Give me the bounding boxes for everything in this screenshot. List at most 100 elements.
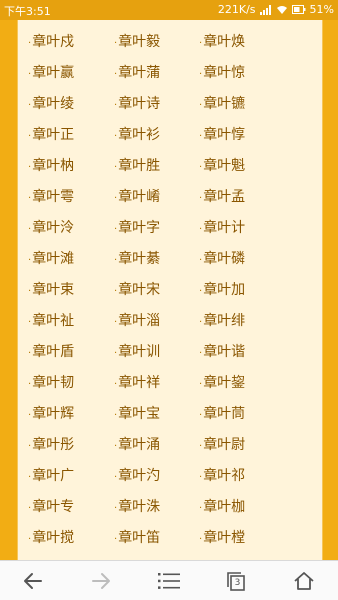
name-item[interactable]: ·章叶淄 [114,312,160,332]
name-item[interactable]: ·章叶汋 [114,467,160,487]
name-item[interactable]: ·章叶雩 [28,188,74,208]
name-item[interactable]: ·章叶枷 [199,498,245,518]
name-item[interactable]: ·章叶笛 [114,529,160,549]
bullet-icon: · [114,162,118,173]
bullet-icon: · [114,193,118,204]
bullet-icon: · [114,379,118,390]
name-item[interactable]: ·章叶滩 [28,250,74,270]
name-label: 章叶枷 [203,499,246,515]
name-item[interactable]: ·章叶樘 [199,529,245,549]
name-item[interactable]: ·章叶诗 [114,95,160,115]
name-item[interactable]: ·章叶加 [199,281,245,301]
name-item[interactable]: ·章叶綦 [114,250,160,270]
name-item[interactable]: ·章叶祁 [199,467,245,487]
name-row: ·章叶雩 ·章叶崤 ·章叶孟 [18,188,322,219]
name-item[interactable]: ·章叶孟 [199,188,245,208]
name-item[interactable]: ·章叶茼 [199,405,245,425]
bullet-icon: · [114,131,118,142]
name-row: ·章叶枘 ·章叶胜 ·章叶魁 [18,157,322,188]
bullet-icon: · [114,348,118,359]
status-indicators: 221K/s 51% [218,3,334,16]
bullet-icon: · [28,193,32,204]
name-row: ·章叶搅 ·章叶笛 ·章叶樘 [18,529,322,560]
name-item[interactable]: ·章叶尉 [199,436,245,456]
name-item[interactable]: ·章叶字 [114,219,160,239]
name-item[interactable]: ·章叶磷 [199,250,245,270]
name-item[interactable]: ·章叶赢 [28,64,74,84]
name-label: 章叶绫 [32,96,75,112]
name-item[interactable]: ·章叶焕 [199,33,245,53]
battery-level: 51% [309,3,334,16]
back-button[interactable] [8,561,58,600]
bullet-icon: · [28,534,32,545]
name-item[interactable]: ·章叶搅 [28,529,74,549]
bullet-icon: · [28,131,32,142]
name-item[interactable]: ·章叶绯 [199,312,245,332]
name-label: 章叶滩 [32,251,75,267]
name-label: 章叶泠 [32,220,75,236]
name-item[interactable]: ·章叶束 [28,281,74,301]
name-item[interactable]: ·章叶绫 [28,95,74,115]
name-label: 章叶洙 [118,499,161,515]
name-label: 章叶衫 [118,127,161,143]
name-label: 章叶谐 [203,344,246,360]
name-label: 章叶宝 [118,406,161,422]
tabs-button[interactable]: 3 [211,561,261,600]
name-label: 章叶尉 [203,437,246,453]
name-item[interactable]: ·章叶鋆 [199,374,245,394]
name-label: 章叶计 [203,220,246,236]
name-row: ·章叶戍 ·章叶毅 ·章叶焕 [18,33,322,64]
name-label: 章叶加 [203,282,246,298]
name-item[interactable]: ·章叶涌 [114,436,160,456]
name-label: 章叶淄 [118,313,161,329]
bullet-icon: · [28,348,32,359]
bullet-icon: · [199,410,203,421]
name-item[interactable]: ·章叶枘 [28,157,74,177]
name-label: 章叶笛 [118,530,161,546]
name-item[interactable]: ·章叶训 [114,343,160,363]
name-label: 章叶涌 [118,437,161,453]
name-item[interactable]: ·章叶惇 [199,126,245,146]
name-item[interactable]: ·章叶魁 [199,157,245,177]
name-item[interactable]: ·章叶辉 [28,405,74,425]
menu-button[interactable] [144,561,194,600]
name-item[interactable]: ·章叶崤 [114,188,160,208]
bullet-icon: · [114,100,118,111]
name-label: 章叶字 [118,220,161,236]
bullet-icon: · [28,410,32,421]
name-item[interactable]: ·章叶计 [199,219,245,239]
name-item[interactable]: ·章叶戍 [28,33,74,53]
name-item[interactable]: ·章叶胜 [114,157,160,177]
name-item[interactable]: ·章叶镳 [199,95,245,115]
bullet-icon: · [199,69,203,80]
home-button[interactable] [279,561,329,600]
name-label: 章叶辉 [32,406,75,422]
name-item[interactable]: ·章叶彤 [28,436,74,456]
name-item[interactable]: ·章叶祉 [28,312,74,332]
name-item[interactable]: ·章叶衫 [114,126,160,146]
name-item[interactable]: ·章叶宝 [114,405,160,425]
name-item[interactable]: ·章叶盾 [28,343,74,363]
name-item[interactable]: ·章叶宋 [114,281,160,301]
name-item[interactable]: ·章叶正 [28,126,74,146]
bullet-icon: · [28,379,32,390]
name-item[interactable]: ·章叶泠 [28,219,74,239]
bullet-icon: · [28,224,32,235]
name-item[interactable]: ·章叶毅 [114,33,160,53]
name-item[interactable]: ·章叶祥 [114,374,160,394]
name-label: 章叶诗 [118,96,161,112]
name-item[interactable]: ·章叶韧 [28,374,74,394]
bullet-icon: · [28,100,32,111]
name-item[interactable]: ·章叶蒲 [114,64,160,84]
name-item[interactable]: ·章叶惊 [199,64,245,84]
name-item[interactable]: ·章叶专 [28,498,74,518]
forward-button[interactable] [76,561,126,600]
name-label: 章叶鋆 [203,375,246,391]
name-item[interactable]: ·章叶谐 [199,343,245,363]
bullet-icon: · [199,379,203,390]
forward-arrow-icon [92,573,110,589]
bullet-icon: · [28,503,32,514]
name-item[interactable]: ·章叶洙 [114,498,160,518]
name-item[interactable]: ·章叶广 [28,467,74,487]
name-label: 章叶磷 [203,251,246,267]
